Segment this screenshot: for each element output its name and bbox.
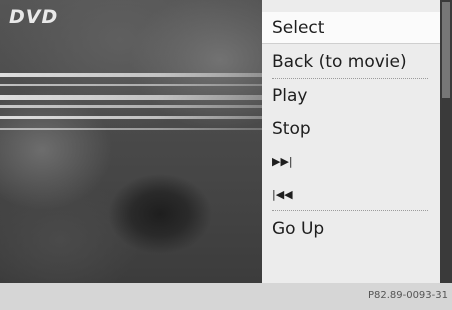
menu-divider [272, 78, 428, 79]
dvd-options-menu: Select Back (to movie) Play Stop ▶▶| |◀◀… [262, 0, 440, 283]
next-track-icon[interactable]: ▶▶| [262, 146, 440, 178]
scrollbar-thumb[interactable] [442, 2, 450, 98]
video-streak [0, 116, 262, 119]
image-reference-code: P82.89-0093-31 [367, 290, 448, 301]
menu-item-go-up[interactable]: Go Up [262, 213, 440, 245]
previous-track-icon[interactable]: |◀◀ [262, 179, 440, 211]
video-streak [0, 105, 262, 108]
video-streak [0, 73, 262, 77]
menu-scrollbar[interactable] [440, 0, 452, 283]
video-streak [0, 128, 262, 130]
dvd-source-label: DVD [9, 6, 59, 28]
video-display: DVD [0, 0, 262, 283]
menu-item-stop[interactable]: Stop [262, 113, 440, 145]
video-streak [0, 84, 262, 86]
menu-divider [272, 210, 428, 211]
dvd-screen: DVD Select Back (to movie) Play Stop ▶▶|… [0, 0, 452, 310]
menu-item-play[interactable]: Play [262, 80, 440, 112]
footer-bar: P82.89-0093-31 [0, 283, 452, 310]
video-streak [0, 95, 262, 100]
menu-item-back-to-movie[interactable]: Back (to movie) [262, 46, 440, 78]
menu-item-select[interactable]: Select [262, 12, 440, 44]
